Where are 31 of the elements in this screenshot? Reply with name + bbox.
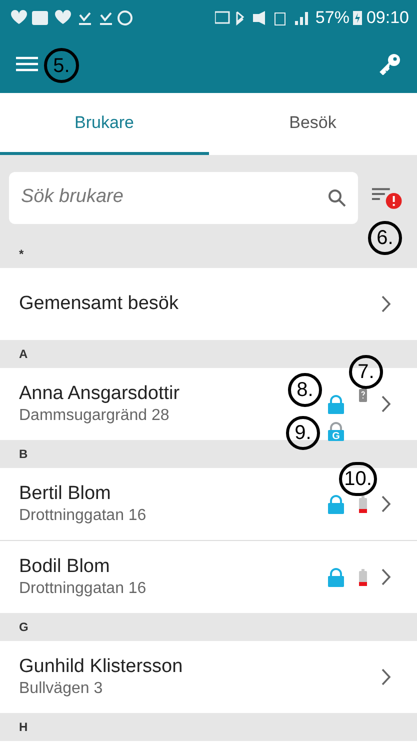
user-name: Gunhild Klistersson	[19, 655, 183, 679]
section-header: G	[0, 613, 417, 641]
status-time: 09:10	[366, 6, 409, 29]
chevron-right-icon	[381, 668, 391, 686]
user-name: Bertil Blom	[19, 482, 111, 506]
section-header: H	[0, 713, 417, 741]
user-address: Dammsugargränd 28	[19, 406, 170, 426]
key-icon[interactable]	[379, 53, 401, 75]
user-address: Bullvägen 3	[19, 679, 103, 699]
chevron-right-icon	[381, 495, 391, 513]
callout-number: 8.	[288, 373, 322, 407]
menu-icon[interactable]	[16, 56, 38, 72]
user-address: Drottninggatan 16	[19, 579, 146, 599]
lock-icon	[327, 494, 345, 514]
tab[interactable]: Besök	[208, 93, 417, 155]
user-name: Anna Ansgarsdottir	[19, 382, 180, 406]
user-name: Bodil Blom	[19, 555, 110, 579]
section-header: B	[0, 440, 417, 468]
user-address: Drottninggatan 16	[19, 506, 146, 526]
chevron-right-icon	[381, 395, 391, 413]
user-name: Gemensamt besök	[19, 292, 178, 316]
lock-icon	[327, 568, 345, 586]
callout-number: 5.	[44, 48, 79, 83]
chevron-right-icon	[381, 568, 391, 586]
battery-percentage: 57%	[315, 6, 350, 29]
search-icon	[328, 188, 346, 206]
callout-number: 10.	[339, 462, 377, 496]
lock-icon	[327, 394, 345, 414]
chevron-right-icon	[381, 295, 391, 313]
search-field[interactable]: Sök brukare	[9, 172, 358, 224]
battery-charging-icon	[353, 10, 362, 25]
